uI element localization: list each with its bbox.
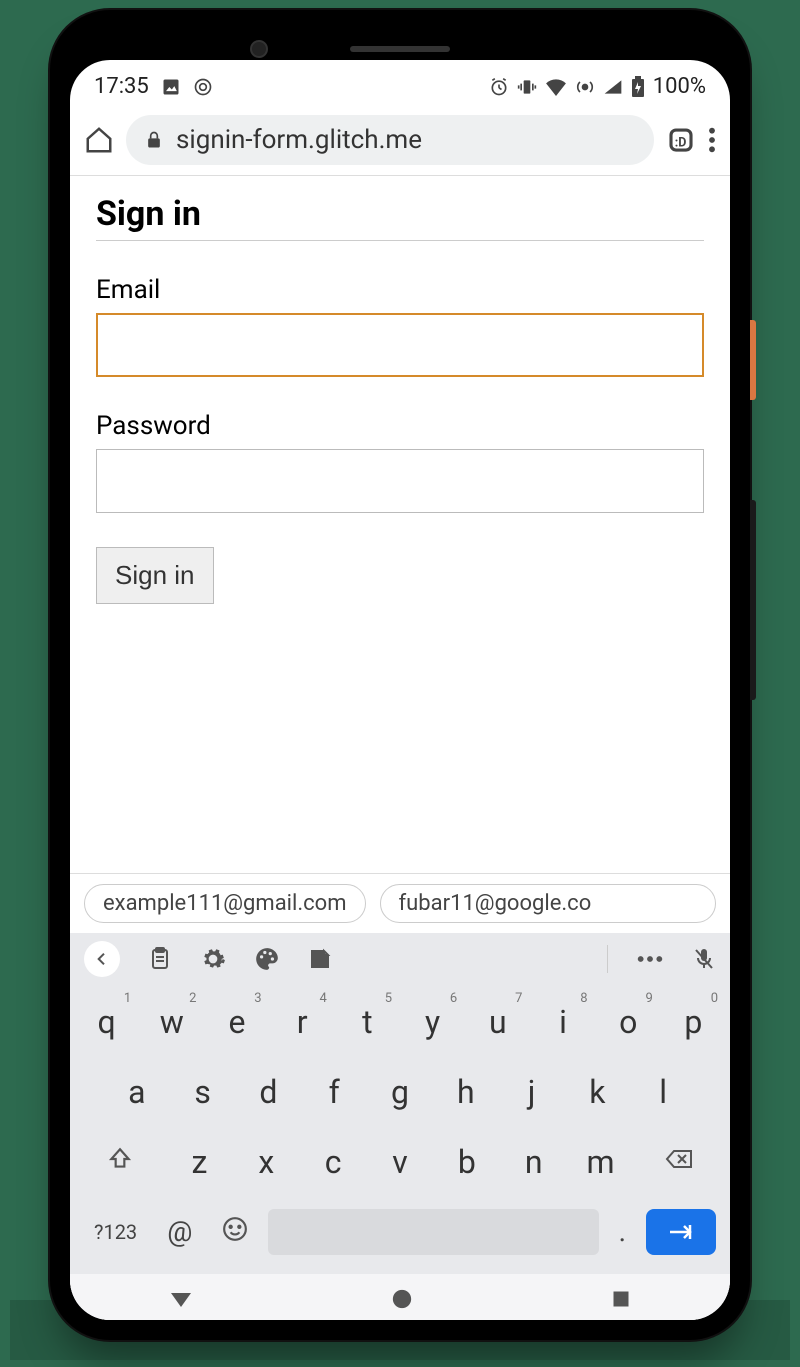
key-t[interactable]: 5t — [337, 991, 398, 1047]
home-nav-icon[interactable] — [391, 1288, 413, 1310]
status-time: 17:35 — [94, 74, 149, 99]
signal-icon — [603, 78, 623, 96]
url-text: signin-form.glitch.me — [176, 125, 422, 155]
key-u[interactable]: 7u — [467, 991, 528, 1047]
clipboard-icon[interactable] — [148, 946, 172, 972]
space-key[interactable] — [268, 1209, 598, 1255]
vibrate-icon — [517, 77, 537, 97]
key-i[interactable]: 8i — [532, 991, 593, 1047]
period-key[interactable]: . — [609, 1201, 636, 1262]
symbols-key[interactable]: ?123 — [84, 1206, 147, 1258]
at-key[interactable]: @ — [157, 1201, 202, 1262]
wifi-icon — [545, 78, 567, 96]
more-icon[interactable] — [636, 955, 664, 963]
key-m[interactable]: m — [569, 1131, 632, 1187]
key-y[interactable]: 6y — [402, 991, 463, 1047]
battery-icon — [631, 76, 645, 98]
key-q[interactable]: 1q — [76, 991, 137, 1047]
home-icon[interactable] — [84, 125, 114, 155]
key-e[interactable]: 3e — [206, 991, 267, 1047]
menu-icon[interactable] — [708, 126, 716, 154]
key-n[interactable]: n — [502, 1131, 565, 1187]
key-j[interactable]: j — [501, 1061, 563, 1117]
recent-nav-icon[interactable] — [611, 1289, 631, 1309]
email-input[interactable] — [96, 313, 704, 377]
signin-button[interactable]: Sign in — [96, 547, 214, 604]
key-p[interactable]: 0p — [663, 991, 724, 1047]
key-d[interactable]: d — [238, 1061, 300, 1117]
gear-icon[interactable] — [200, 946, 226, 972]
back-nav-icon[interactable] — [169, 1289, 193, 1309]
enter-key[interactable] — [646, 1209, 716, 1255]
android-navbar — [70, 1274, 730, 1320]
key-f[interactable]: f — [303, 1061, 365, 1117]
key-k[interactable]: k — [566, 1061, 628, 1117]
key-s[interactable]: s — [172, 1061, 234, 1117]
hotspot-icon — [575, 77, 595, 97]
page-content: Sign in Email Password Sign in — [70, 176, 730, 873]
key-b[interactable]: b — [435, 1131, 498, 1187]
key-h[interactable]: h — [435, 1061, 497, 1117]
alarm-icon — [489, 77, 509, 97]
key-c[interactable]: c — [302, 1131, 365, 1187]
keyboard: example111@gmail.com fubar11@google.co 1… — [70, 873, 730, 1320]
status-bar: 17:35 100% — [70, 60, 730, 105]
password-label: Password — [96, 411, 704, 441]
svg-text::D: :D — [675, 135, 687, 150]
shift-key[interactable] — [76, 1131, 164, 1187]
suggestion-chip[interactable]: fubar11@google.co — [380, 884, 716, 923]
password-input[interactable] — [96, 449, 704, 513]
palette-icon[interactable] — [254, 946, 280, 972]
tabs-icon[interactable]: :D — [666, 125, 696, 155]
key-w[interactable]: 2w — [141, 991, 202, 1047]
sticker-icon[interactable] — [308, 947, 332, 971]
key-z[interactable]: z — [168, 1131, 231, 1187]
autofill-suggestions: example111@gmail.com fubar11@google.co — [70, 874, 730, 933]
key-g[interactable]: g — [369, 1061, 431, 1117]
keyboard-toolbar — [70, 933, 730, 985]
lock-icon — [144, 129, 164, 151]
battery-percent: 100% — [653, 74, 706, 99]
backspace-key[interactable] — [636, 1131, 724, 1187]
key-l[interactable]: l — [632, 1061, 694, 1117]
image-icon — [161, 77, 181, 97]
mic-off-icon[interactable] — [692, 946, 716, 972]
collapse-icon[interactable] — [84, 941, 120, 977]
emoji-key[interactable] — [212, 1202, 258, 1261]
page-title: Sign in — [96, 194, 704, 241]
email-label: Email — [96, 275, 704, 305]
key-r[interactable]: 4r — [272, 991, 333, 1047]
browser-toolbar: signin-form.glitch.me :D — [70, 105, 730, 176]
suggestion-chip[interactable]: example111@gmail.com — [84, 884, 366, 923]
url-bar[interactable]: signin-form.glitch.me — [126, 115, 654, 165]
key-o[interactable]: 9o — [598, 991, 659, 1047]
key-x[interactable]: x — [235, 1131, 298, 1187]
key-v[interactable]: v — [369, 1131, 432, 1187]
key-a[interactable]: a — [106, 1061, 168, 1117]
chrome-icon — [193, 77, 213, 97]
